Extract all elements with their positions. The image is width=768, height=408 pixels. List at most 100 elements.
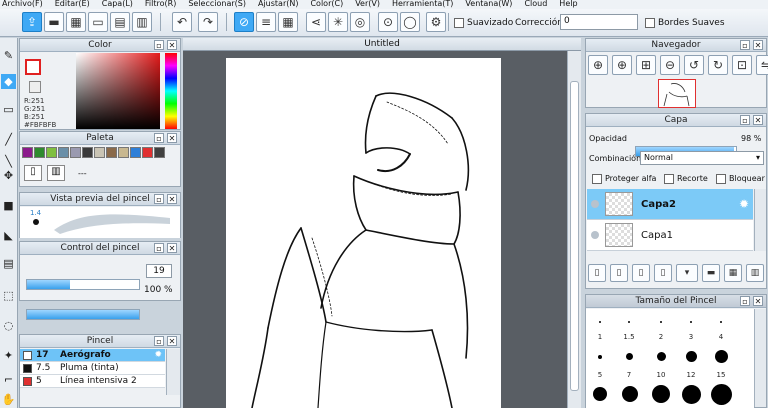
background-color-swatch[interactable] <box>29 81 41 93</box>
layer-list-scrollbar[interactable] <box>754 189 766 251</box>
brush-size-dot[interactable] <box>686 351 697 362</box>
zoom-plus-button[interactable]: ⊕ <box>612 55 632 75</box>
rect-tool[interactable]: ▭ <box>1 102 16 117</box>
brush-list-item[interactable]: 7.5 Pluma (tinta) <box>20 362 165 375</box>
undo-button[interactable]: ↶ <box>172 12 192 32</box>
lasso-tool[interactable]: ◌ <box>1 318 16 333</box>
reset-view-button[interactable]: ⊡ <box>732 55 752 75</box>
gradient-tool[interactable]: ▤ <box>1 256 16 271</box>
foreground-color-swatch[interactable] <box>25 59 41 75</box>
menu-archivo[interactable]: Archivo(F) <box>2 0 43 9</box>
palette-swatch[interactable] <box>94 147 105 158</box>
visibility-eye-icon[interactable] <box>591 231 599 239</box>
brush-size-dot[interactable] <box>720 321 722 323</box>
scroll-thumb[interactable] <box>570 81 579 391</box>
snap-parallel-button[interactable]: ≡ <box>256 12 276 32</box>
close-icon[interactable]: ✕ <box>167 336 177 346</box>
close-icon[interactable]: ✕ <box>753 296 763 306</box>
brush-size-dot[interactable] <box>660 321 662 323</box>
palette-swatch[interactable] <box>46 147 57 158</box>
brush-size-dot[interactable] <box>622 386 638 402</box>
snap-settings-button[interactable]: ⚙ <box>426 12 446 32</box>
rotate-left-button[interactable]: ↺ <box>684 55 704 75</box>
export-button[interactable]: ⇪ <box>22 12 42 32</box>
brush-list-item[interactable]: 5 Línea intensiva 2 <box>20 375 165 388</box>
gear-icon[interactable]: ✹ <box>739 197 749 211</box>
blend-mode-select[interactable]: Normal ▾ <box>640 151 764 165</box>
move-tool[interactable]: ✥ <box>1 168 16 183</box>
layer-row-capa1[interactable]: Capa1 <box>587 220 753 251</box>
palette-swatch[interactable] <box>106 147 117 158</box>
navigator-thumbnail[interactable] <box>658 79 696 108</box>
brush-size-dot[interactable] <box>652 385 670 403</box>
brush-size-dot[interactable] <box>598 355 602 359</box>
close-icon[interactable]: ✕ <box>167 194 177 204</box>
snap-curve-button[interactable]: ⊙ <box>378 12 398 32</box>
palette-swatch[interactable] <box>154 147 165 158</box>
palette-swatch[interactable] <box>142 147 153 158</box>
palette-swatch[interactable] <box>118 147 129 158</box>
zoom-out-button[interactable]: ⊖ <box>660 55 680 75</box>
copy-layer-button[interactable]: ▦ <box>724 264 742 282</box>
canvas-vertical-scrollbar[interactable] <box>567 51 581 408</box>
drawing-canvas[interactable] <box>226 58 501 408</box>
maximize-icon[interactable]: ▫ <box>154 194 164 204</box>
saturation-value-picker[interactable] <box>76 53 160 129</box>
palette-swatch[interactable] <box>130 147 141 158</box>
palette-swatch[interactable] <box>70 147 81 158</box>
brush-size-slider[interactable] <box>26 279 140 290</box>
brush-size-dot[interactable] <box>657 352 666 361</box>
rotate-right-button[interactable]: ↻ <box>708 55 728 75</box>
fill-shape-tool[interactable]: ■ <box>1 198 16 213</box>
brush-list-item[interactable]: 17 Aerógrafo ✹ <box>20 349 165 362</box>
maximize-icon[interactable]: ▫ <box>740 296 750 306</box>
layer-row-capa2[interactable]: Capa2 ✹ <box>587 189 753 220</box>
menu-filtro[interactable]: Filtro(R) <box>145 0 176 9</box>
new-folder-layer-button[interactable]: ▯ <box>654 264 672 282</box>
menu-seleccionar[interactable]: Seleccionar(S) <box>188 0 246 9</box>
folder-button[interactable]: ▬ <box>702 264 720 282</box>
palette-swatch[interactable] <box>58 147 69 158</box>
select-rect-tool[interactable]: ⬚ <box>1 288 16 303</box>
panel-view-button[interactable]: ▭ <box>88 12 108 32</box>
brush-tool[interactable]: ╲ <box>1 154 16 169</box>
canvas-tab[interactable]: Untitled <box>183 38 581 51</box>
palette-swatch[interactable] <box>34 147 45 158</box>
bordes-suaves-checkbox[interactable] <box>645 18 655 28</box>
selection-tool[interactable]: ✎ <box>1 48 16 63</box>
menu-ajustar[interactable]: Ajustar(N) <box>258 0 299 9</box>
layer-view-button[interactable]: ▦ <box>66 12 86 32</box>
menu-help[interactable]: Help <box>559 0 577 9</box>
maximize-icon[interactable]: ▫ <box>154 243 164 253</box>
brush-opacity-slider[interactable] <box>26 309 140 320</box>
bucket-tool[interactable]: ◣ <box>1 228 16 243</box>
eraser-tool[interactable]: ◆ <box>1 74 16 89</box>
brush-list-scrollbar[interactable] <box>166 349 180 395</box>
redo-button[interactable]: ↷ <box>198 12 218 32</box>
brush-size-dot[interactable] <box>690 321 692 323</box>
menu-ventana[interactable]: Ventana(W) <box>465 0 512 9</box>
palette-swatch[interactable] <box>22 147 33 158</box>
menu-capa[interactable]: Capa(L) <box>102 0 133 9</box>
snap-circle-button[interactable]: ◎ <box>350 12 370 32</box>
brush-size-scrollbar[interactable] <box>754 309 766 407</box>
menu-editar[interactable]: Editar(E) <box>55 0 90 9</box>
eyedropper-tool[interactable]: ⌐ <box>1 372 16 387</box>
menu-herramienta[interactable]: Herramienta(T) <box>392 0 453 9</box>
suavizado-checkbox[interactable] <box>454 18 464 28</box>
visibility-eye-icon[interactable] <box>591 200 599 208</box>
bloquear-checkbox[interactable] <box>716 174 726 184</box>
close-icon[interactable]: ✕ <box>167 243 177 253</box>
menu-cloud[interactable]: Cloud <box>524 0 547 9</box>
maximize-icon[interactable]: ▫ <box>740 40 750 50</box>
close-icon[interactable]: ✕ <box>167 40 177 50</box>
menu-ver[interactable]: Ver(V) <box>355 0 380 9</box>
brush-size-dot[interactable] <box>599 321 601 323</box>
zoom-in-button[interactable]: ⊕ <box>588 55 608 75</box>
text-button[interactable]: ▤ <box>110 12 130 32</box>
brush-size-dot[interactable] <box>711 384 732 405</box>
fit-button[interactable]: ⊞ <box>636 55 656 75</box>
hue-slider[interactable] <box>165 53 177 129</box>
recorte-checkbox[interactable] <box>664 174 674 184</box>
snap-vanishing-button[interactable]: ⋖ <box>306 12 326 32</box>
